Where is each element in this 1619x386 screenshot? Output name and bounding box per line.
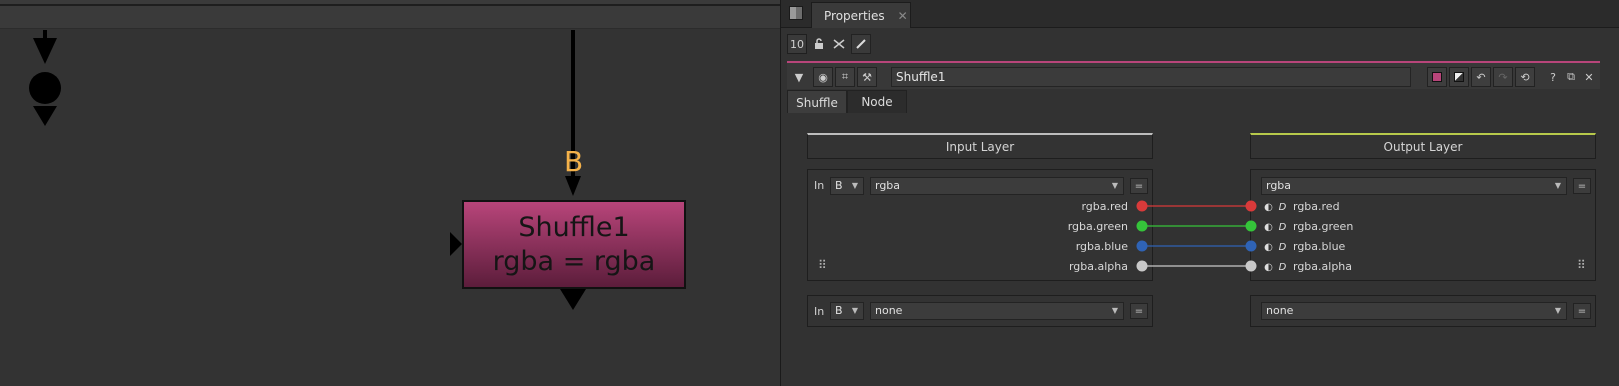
in-socket-blue[interactable] [1136, 240, 1148, 252]
channel-wires [1136, 200, 1257, 272]
in-label-2: In [814, 305, 825, 318]
chevron-down-icon: ▼ [851, 306, 858, 315]
input-b-label: B [564, 145, 584, 178]
mask-input-arrow-icon [450, 232, 462, 256]
dot-output-arrow-icon [33, 106, 57, 126]
node-title: Shuffle1 [518, 211, 630, 243]
tab-properties[interactable]: Properties ✕ [811, 2, 911, 28]
node-subtitle: rgba = rgba [492, 245, 656, 277]
font-color-icon[interactable] [1449, 67, 1469, 87]
equal-button-out-2[interactable]: = [1573, 303, 1591, 319]
equal-button-in-2[interactable]: = [1130, 303, 1148, 319]
undo-icon[interactable]: ↶ [1471, 67, 1491, 87]
shuffle-node[interactable]: Shuffle1 rgba = rgba [462, 200, 686, 289]
input-group-2: In B ▼ none ▼ = [807, 295, 1153, 327]
chevron-down-icon: ▼ [1554, 306, 1561, 315]
graph-connections [29, 30, 586, 310]
clear-panels-icon[interactable] [831, 34, 847, 54]
collapse-triangle-icon[interactable]: ▼ [789, 67, 809, 87]
tab-node[interactable]: Node [847, 90, 907, 114]
in-socket-green[interactable] [1136, 220, 1148, 232]
properties-panel: Properties ✕ 10 ▼ ◉ ⌗ ⚒ Shuffle1 ↶ ↷ ⟲ ?… [780, 0, 1619, 386]
redo-icon[interactable]: ↷ [1493, 67, 1513, 87]
in-socket-alpha[interactable] [1136, 260, 1148, 272]
in-socket-red[interactable] [1136, 200, 1148, 212]
out-socket-red[interactable] [1245, 200, 1257, 212]
dot-node[interactable] [29, 72, 61, 104]
tab-properties-label: Properties [824, 8, 885, 23]
node-properties-header: ▼ ◉ ⌗ ⚒ Shuffle1 ↶ ↷ ⟲ ? ⧉ ✕ [787, 61, 1600, 89]
node-color-icon[interactable] [1427, 67, 1447, 87]
output-arrow-icon [560, 289, 586, 310]
max-panels-field[interactable]: 10 [787, 34, 807, 54]
panel-menu-icon[interactable] [789, 6, 803, 20]
chevron-down-icon: ▼ [1111, 306, 1118, 315]
viewer-icon[interactable]: ◉ [813, 67, 833, 87]
input-layer-select-2[interactable]: none ▼ [870, 302, 1124, 320]
output-group-2: none ▼ = [1250, 295, 1596, 327]
node-graph[interactable]: B Shuffle1 rgba = rgba [0, 0, 780, 386]
tab-shuffle[interactable]: Shuffle [787, 90, 847, 114]
float-panel-icon[interactable]: ⚒ [857, 67, 877, 87]
revert-icon[interactable]: ⟲ [1515, 67, 1535, 87]
close-node-icon[interactable]: ✕ [1579, 67, 1599, 87]
input-layer-value-2: none [875, 304, 903, 317]
out-socket-alpha[interactable] [1245, 260, 1257, 272]
center-node-icon[interactable]: ⌗ [835, 67, 855, 87]
input-b-arrow-icon [565, 176, 581, 196]
lock-icon[interactable] [811, 34, 827, 54]
edit-pencil-icon[interactable] [851, 34, 871, 54]
close-icon[interactable]: ✕ [898, 9, 908, 23]
output-layer-value-2: none [1266, 304, 1294, 317]
float-window-icon[interactable]: ⧉ [1561, 67, 1581, 87]
output-layer-select-2[interactable]: none ▼ [1261, 302, 1567, 320]
panel-tab-bar: Properties ✕ [781, 0, 1619, 28]
node-name-field[interactable]: Shuffle1 [891, 67, 1411, 87]
out-socket-green[interactable] [1245, 220, 1257, 232]
input-select-2-value: B [835, 304, 843, 317]
shuffle-content: Input Layer Output Layer In B ▼ rgba ▼ = r… [787, 113, 1600, 383]
properties-toolbar: 10 [781, 29, 1619, 60]
left-arrow-icon [33, 38, 57, 64]
out-socket-blue[interactable] [1245, 240, 1257, 252]
help-icon[interactable]: ? [1543, 67, 1563, 87]
input-select-2[interactable]: B ▼ [830, 302, 864, 320]
